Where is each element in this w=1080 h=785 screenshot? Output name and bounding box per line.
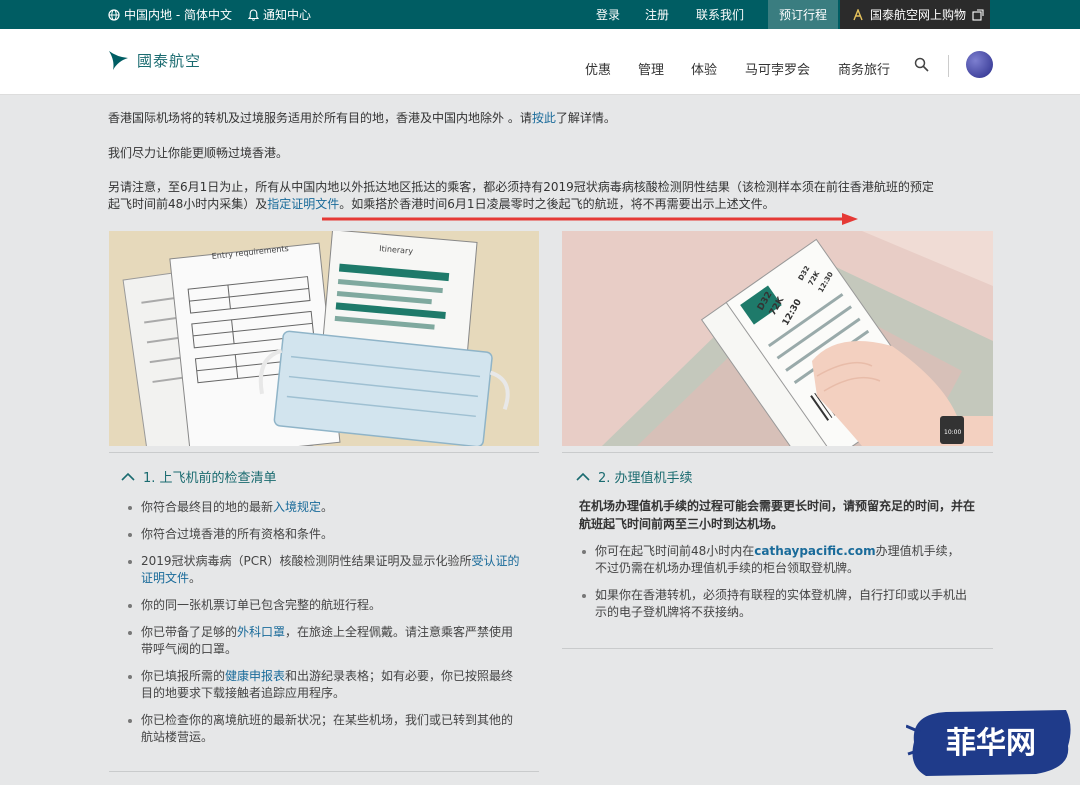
boarding-pass-svg: D32 72K 12:30 D32 72K 12:30 10:00	[562, 231, 993, 446]
click-here-link[interactable]: 按此	[532, 111, 556, 125]
intro-line-1: 香港国际机场将的转机及过境服务适用於所有目的地，香港及中国内地除外 。请按此了解…	[108, 110, 998, 127]
intro-line-1-text: 香港国际机场将的转机及过境服务适用於所有目的地，香港及中国内地除外 。请	[108, 111, 532, 125]
section2-top-line	[562, 452, 993, 453]
list-item: 你可在起飞时间前48小时内在cathaypacific.com办理值机手续，不过…	[579, 543, 969, 577]
nav-manage[interactable]: 管理	[638, 59, 664, 78]
intro-line-3b-tail: 。如乘搭於香港时间6月1日凌晨零时之後起飞的航班，将不再需要出示上述文件。	[339, 197, 775, 211]
intro-line-3: 另请注意，至6月1日为止，所有从中国内地以外抵达地区抵达的乘客，都必须持有201…	[108, 179, 998, 213]
section1-title: 1. 上飞机前的检查清单	[143, 471, 277, 486]
logo-text: 國泰航空	[137, 51, 202, 70]
manage-booking-button[interactable]: 预订行程	[768, 0, 838, 29]
bell-icon	[248, 8, 259, 21]
section2-title: 2. 办理值机手续	[598, 471, 693, 486]
documents-mask-svg: Entry requirements Itinerary	[109, 231, 539, 446]
watermark-brush-svg: 菲华网	[905, 710, 1071, 776]
item-text-tail: 。	[189, 571, 202, 585]
section2-intro: 在机场办理值机手续的过程可能会需要更长时间，请预留充足的时间，并在航班起飞时间前…	[579, 499, 976, 531]
list-item: 你已检查你的离境航班的最新状况；在某些机场，我们或已转到其他的航站楼营运。	[125, 712, 520, 746]
region-selector[interactable]: 中国内地 - 简体中文	[108, 0, 232, 29]
notification-center[interactable]: 通知中心	[248, 0, 311, 29]
globe-icon	[108, 8, 120, 21]
register-link[interactable]: 注册	[645, 0, 669, 29]
list-item: 如果你在香港转机，必须持有联程的实体登机牌，自行打印或以手机出示的电子登机牌将不…	[579, 587, 969, 621]
external-link-icon	[972, 8, 984, 21]
intro-line-3b: 起飞时间前48小时内采集）及指定证明文件。如乘搭於香港时间6月1日凌晨零时之後起…	[108, 196, 998, 213]
list-item: 你符合过境香港的所有资格和条件。	[125, 526, 520, 543]
watermark-text: 菲华网	[946, 726, 1036, 761]
search-icon[interactable]	[914, 57, 929, 72]
nav-offers[interactable]: 优惠	[585, 59, 611, 78]
designated-documents-link[interactable]: 指定证明文件	[267, 197, 339, 211]
intro-line-1-tail: 了解详情。	[555, 111, 616, 125]
item-text: 你符合过境香港的所有资格和条件。	[141, 527, 334, 541]
top-bar: 中国内地 - 简体中文 通知中心 登录 注册 联系我们 预订行程 国泰航空网上购…	[0, 0, 1080, 29]
list-item: 2019冠状病毒病（PCR）核酸检测阴性结果证明及显示化验所受认证的证明文件。	[125, 553, 520, 587]
login-link[interactable]: 登录	[596, 0, 620, 29]
entry-rules-link[interactable]: 入境规定	[273, 500, 321, 514]
item-text: 2019冠状病毒病（PCR）核酸检测阴性结果证明及显示化验所	[141, 554, 472, 568]
cathaypacific-link[interactable]: cathaypacific.com	[754, 544, 875, 558]
entry-requirements-illustration: Entry requirements Itinerary	[109, 231, 539, 446]
item-text: 你已检查你的离境航班的最新状况；在某些机场，我们或已转到其他的航站楼营运。	[141, 713, 514, 744]
section2-bottom-line	[562, 648, 993, 649]
shop-button[interactable]: 国泰航空网上购物	[840, 0, 990, 29]
surgical-mask-link[interactable]: 外科口罩	[237, 625, 285, 639]
health-declaration-link[interactable]: 健康申报表	[225, 669, 285, 683]
check-in-illustration: D32 72K 12:30 D32 72K 12:30 10:00	[562, 231, 993, 446]
header-divider	[948, 55, 949, 77]
nav-marco-polo[interactable]: 马可孛罗会	[745, 59, 810, 78]
item-text-tail: 。	[321, 500, 334, 514]
watermark-logo: 菲华网	[905, 706, 1076, 778]
oneworld-icon[interactable]	[966, 51, 993, 78]
red-arrow-annotation	[321, 213, 858, 225]
cathay-logo[interactable]: 國泰航空	[108, 49, 201, 71]
brushwing-logo-icon	[109, 51, 128, 70]
item-text: 你的同一张机票订单已包含完整的航班行程。	[141, 598, 382, 612]
section1-checklist: 你符合最终目的地的最新入境规定。 你符合过境香港的所有资格和条件。 2019冠状…	[125, 499, 520, 756]
item-text: 你已带备了足够的	[141, 625, 238, 639]
nav-experience[interactable]: 体验	[691, 59, 717, 78]
item-text: 你可在起飞时间前48小时内在	[595, 544, 755, 558]
region-label: 中国内地 - 简体中文	[124, 8, 232, 22]
chevron-up-icon	[576, 472, 590, 481]
list-item: 你已填报所需的健康申报表和出游纪录表格；如有必要，你已按照最终目的地要求下载接触…	[125, 668, 520, 702]
list-item: 你的同一张机票订单已包含完整的航班行程。	[125, 597, 520, 614]
chevron-up-icon	[121, 472, 135, 481]
section1-top-line	[109, 452, 539, 453]
intro-line-2: 我们尽力让你能更顺畅过境香港。	[108, 146, 289, 160]
list-item: 你符合最终目的地的最新入境规定。	[125, 499, 520, 516]
section2-list: 你可在起飞时间前48小时内在cathaypacific.com办理值机手续，不过…	[579, 543, 969, 631]
contact-link[interactable]: 联系我们	[696, 0, 744, 29]
section1-header[interactable]: 1. 上飞机前的检查清单	[121, 467, 277, 486]
notification-label: 通知中心	[263, 8, 312, 22]
item-text: 如果你在香港转机，必须持有联程的实体登机牌，自行打印或以手机出示的电子登机牌将不…	[595, 588, 968, 619]
section2-header[interactable]: 2. 办理值机手续	[576, 467, 693, 486]
item-text: 你已填报所需的	[141, 669, 226, 683]
item-text: 你符合最终目的地的最新	[141, 500, 274, 514]
list-item: 你已带备了足够的外科口罩，在旅途上全程佩戴。请注意乘客严禁使用带呼气阀的口罩。	[125, 624, 520, 658]
intro-line-3b-text: 起飞时间前48小时内采集）及	[108, 197, 268, 211]
intro-line-3a: 另请注意，至6月1日为止，所有从中国内地以外抵达地区抵达的乘客，都必须持有201…	[108, 180, 934, 194]
shop-label: 国泰航空网上购物	[870, 8, 967, 22]
watch-time: 10:00	[944, 429, 961, 436]
section1-bottom-line	[109, 771, 539, 772]
nav-business-travel[interactable]: 商务旅行	[838, 59, 890, 78]
cathay-shop-icon	[853, 8, 863, 20]
main-header: 國泰航空 优惠 管理 体验 马可孛罗会 商务旅行	[0, 29, 1080, 95]
